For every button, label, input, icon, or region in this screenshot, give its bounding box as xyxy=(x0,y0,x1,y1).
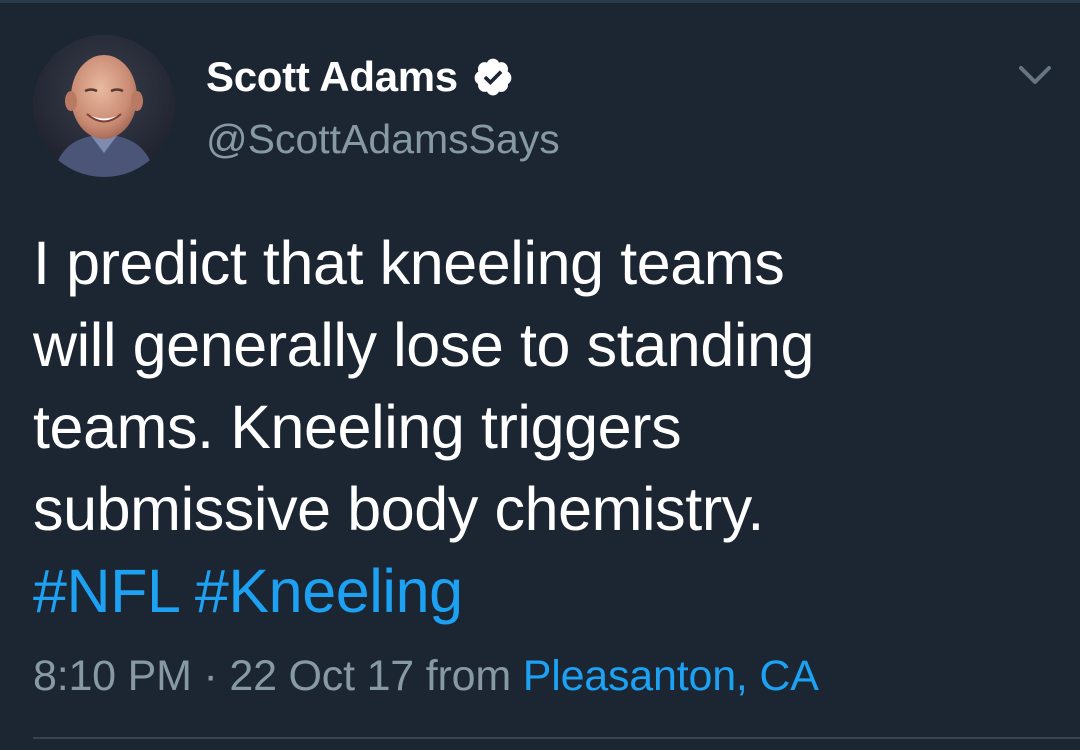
avatar[interactable] xyxy=(33,35,175,177)
top-divider xyxy=(0,0,1080,3)
display-name[interactable]: Scott Adams xyxy=(206,53,458,101)
tweet-card: Scott Adams @ScottAdamsSays I predict th… xyxy=(0,0,1080,750)
hashtag-line: #NFL #Kneeling xyxy=(33,550,1043,632)
chevron-down-icon[interactable] xyxy=(1015,60,1055,90)
meta-separator: · xyxy=(191,652,230,700)
tweet-metadata: 8:10 PM · 22 Oct 17 from Pleasanton, CA xyxy=(33,652,819,701)
tweet-date: 22 Oct 17 xyxy=(229,652,415,700)
user-handle[interactable]: @ScottAdamsSays xyxy=(206,116,560,163)
tweet-text-line: will generally lose to standing xyxy=(33,311,815,379)
tweet-text-line: I predict that kneeling teams xyxy=(33,229,785,297)
tweet-text-line: submissive body chemistry. xyxy=(33,475,764,543)
tweet-time: 8:10 PM xyxy=(33,652,192,700)
hashtag-link-nfl[interactable]: #NFL xyxy=(33,557,179,625)
avatar-photo xyxy=(33,35,175,177)
location-link[interactable]: Pleasanton, CA xyxy=(523,652,819,700)
tweet-text: I predict that kneeling teams will gener… xyxy=(33,222,1043,632)
from-label: from xyxy=(414,652,523,700)
bottom-divider xyxy=(33,737,1080,739)
verified-badge-icon xyxy=(472,56,514,98)
hashtag-link-kneeling[interactable]: #Kneeling xyxy=(195,557,463,625)
tweet-text-line: teams. Kneeling triggers xyxy=(33,393,682,461)
user-name-row[interactable]: Scott Adams xyxy=(206,52,514,102)
